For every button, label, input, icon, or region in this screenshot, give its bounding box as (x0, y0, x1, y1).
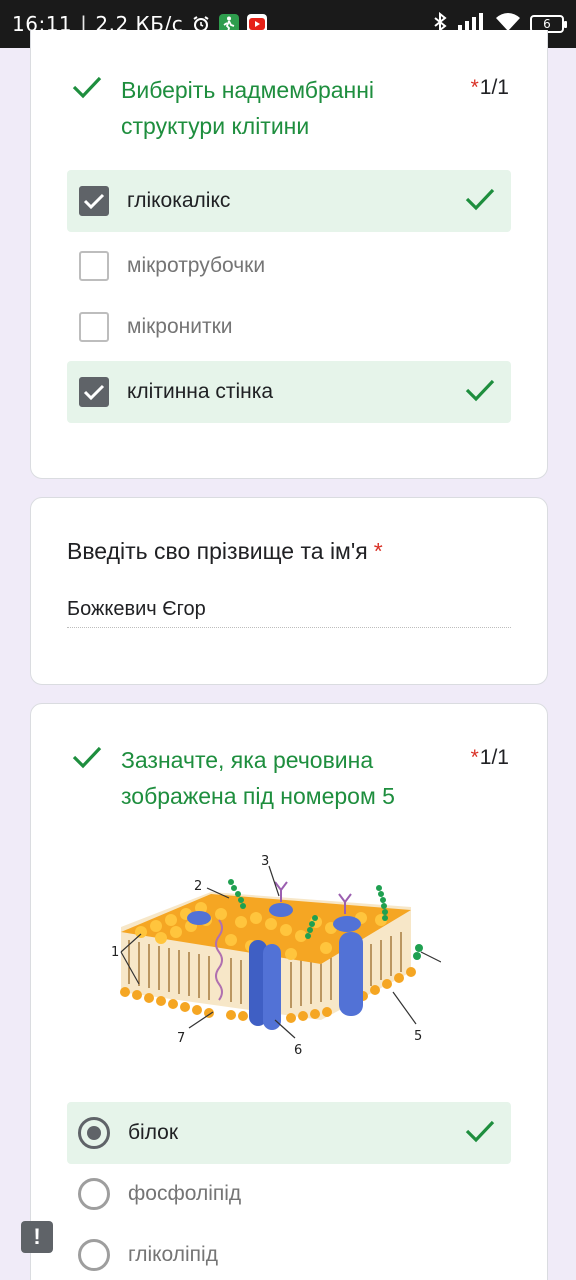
name-field-label: Введіть сво прізвище та ім'я (67, 538, 368, 564)
diagram-label-1: 1 (111, 945, 119, 960)
cell-membrane-diagram: 1 2 3 4 5 6 7 (111, 854, 441, 1058)
correct-check-icon (465, 187, 497, 216)
radio-empty-icon[interactable] (78, 1178, 110, 1210)
question-card-2: Зазначте, яка речовина зображена під ном… (30, 703, 548, 1280)
checkbox-checked-icon[interactable] (79, 377, 109, 407)
name-field-title: Введіть сво прізвище та ім'я * (67, 538, 383, 565)
question-header: Зазначте, яка речовина зображена під ном… (71, 742, 509, 814)
correct-check-icon (71, 74, 103, 144)
score-value: 1/1 (479, 76, 509, 99)
score-value: 1/1 (479, 746, 509, 769)
diagram-label-3: 3 (261, 854, 269, 869)
question-title: Виберіть надмембранні структури клітини (121, 77, 375, 139)
correct-check-icon (465, 1119, 497, 1148)
radio-empty-icon[interactable] (78, 1239, 110, 1271)
checkbox-empty-icon[interactable] (79, 312, 109, 342)
required-star: * (470, 746, 479, 769)
diagram-label-7: 7 (177, 1031, 185, 1046)
option-label: клітинна стінка (127, 380, 274, 403)
radio-selected-icon[interactable] (78, 1117, 110, 1149)
option-label: мікронитки (127, 315, 233, 338)
option-label: гліколіпід (128, 1243, 218, 1266)
question-score: *1/1 (471, 76, 509, 144)
option-radio[interactable]: фосфоліпід (67, 1163, 511, 1225)
question-title: Зазначте, яка речовина зображена під ном… (121, 747, 395, 809)
option-label: глікокалікс (127, 189, 231, 212)
correct-check-icon (71, 744, 103, 814)
option-label: фосфоліпід (128, 1182, 242, 1205)
question-score: *1/1 (471, 746, 509, 814)
diagram-label-6: 6 (294, 1043, 302, 1058)
question-header: Виберіть надмембранні структури клітини … (71, 72, 509, 144)
required-star: * (470, 76, 479, 99)
name-answer-field[interactable]: Божкевич Єгор (67, 598, 511, 628)
option-checkbox[interactable]: мікротрубочки (67, 235, 511, 297)
question-card-1: Виберіть надмембранні структури клітини … (30, 30, 548, 479)
option-checkbox[interactable]: клітинна стінка (67, 361, 511, 423)
report-feedback-button[interactable]: ! (21, 1221, 53, 1253)
checkbox-empty-icon[interactable] (79, 251, 109, 281)
option-radio[interactable]: гліколіпід (67, 1224, 511, 1280)
option-label: білок (128, 1121, 179, 1144)
diagram-label-5: 5 (414, 1029, 422, 1044)
option-checkbox[interactable]: глікокалікс (67, 170, 511, 232)
option-checkbox[interactable]: мікронитки (67, 296, 511, 358)
option-label: мікротрубочки (127, 254, 266, 277)
name-card: Введіть сво прізвище та ім'я * Божкевич Є… (30, 497, 548, 685)
checkbox-checked-icon[interactable] (79, 186, 109, 216)
option-radio[interactable]: білок (67, 1102, 511, 1164)
required-star: * (373, 538, 383, 564)
correct-check-icon (465, 378, 497, 407)
diagram-label-2: 2 (194, 879, 202, 894)
